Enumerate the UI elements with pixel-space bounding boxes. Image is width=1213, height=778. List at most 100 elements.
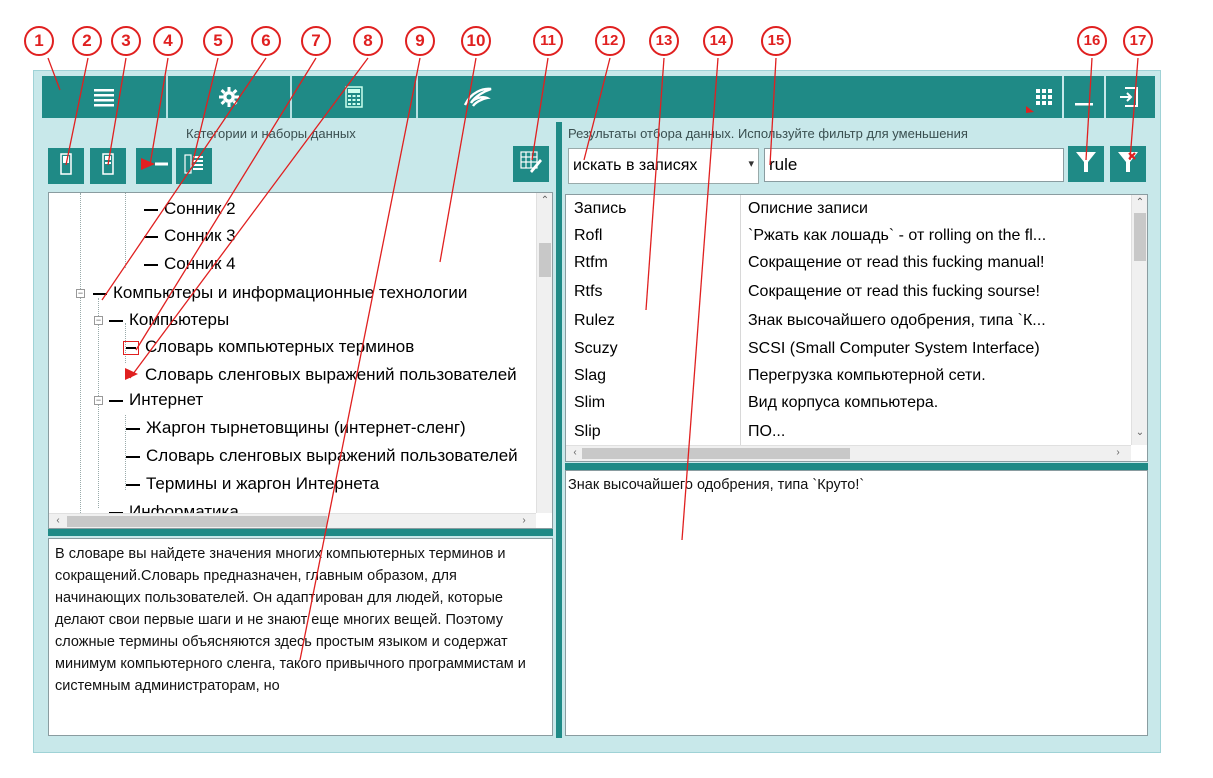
description-cell: Перегрузка компьютерной сети. xyxy=(748,367,986,384)
tree-collapse-toggle[interactable]: − xyxy=(76,289,85,298)
entry-cell: Rulez xyxy=(574,312,615,329)
results-horizontal-scrollbar[interactable]: ‹ › xyxy=(566,445,1131,461)
callout-13: 13 xyxy=(649,26,679,56)
scroll-down-icon[interactable]: ⌄ xyxy=(1133,427,1147,438)
clear-filter-button[interactable] xyxy=(1110,146,1146,182)
scroll-up-icon[interactable]: ⌃ xyxy=(538,195,552,206)
description-cell: ПО... xyxy=(748,423,786,440)
tree-item[interactable]: Термины и жаргон Интернета xyxy=(126,474,379,494)
scroll-left-icon[interactable]: ‹ xyxy=(568,447,582,458)
settings-button[interactable] xyxy=(168,76,290,118)
scroll-right-icon[interactable]: › xyxy=(1111,447,1125,458)
exit-icon xyxy=(1119,86,1139,108)
right-horizontal-splitter[interactable] xyxy=(565,463,1148,470)
tree-item[interactable]: Компьютеры xyxy=(109,310,229,330)
calculator-button[interactable] xyxy=(292,76,416,118)
table-row[interactable]: Rtfs Сокращение от read this fucking sou… xyxy=(566,280,1131,307)
callout-1: 1 xyxy=(24,26,54,56)
tree-guide-line xyxy=(125,193,126,268)
main-vertical-splitter[interactable] xyxy=(556,122,562,738)
scrollbar-thumb[interactable] xyxy=(582,448,850,459)
tree-item[interactable]: Жаргон тырнетовщины (интернет-сленг) xyxy=(126,418,466,438)
search-mode-select[interactable]: искать в записях ▾ xyxy=(568,148,759,184)
tree-item[interactable]: Компьютеры и информационные технологии xyxy=(93,283,467,303)
callout-3: 3 xyxy=(111,26,141,56)
search-mode-value: искать в записях xyxy=(573,157,698,174)
callout-8: 8 xyxy=(353,26,383,56)
table-row[interactable]: Slag Перегрузка компьютерной сети. xyxy=(566,364,1131,391)
edit-grid-button[interactable] xyxy=(513,146,549,182)
callout-12: 12 xyxy=(595,26,625,56)
callout-15: 15 xyxy=(761,26,791,56)
entry-cell: Rtfs xyxy=(574,283,603,300)
description-text: В словаре вы найдете значения многих ком… xyxy=(55,546,526,694)
tree-item-selected[interactable]: Словарь компьютерных терминов xyxy=(123,337,414,357)
scroll-up-icon[interactable]: ⌃ xyxy=(1133,197,1147,208)
logo-icon xyxy=(461,86,495,108)
table-row[interactable]: Rulez Знак высочайшего одобрения, типа `… xyxy=(566,309,1131,336)
description-cell: Вид корпуса компьютера. xyxy=(748,394,939,411)
callout-6: 6 xyxy=(251,26,281,56)
minimize-button[interactable] xyxy=(1064,76,1104,118)
callout-14: 14 xyxy=(703,26,733,56)
category-tree[interactable]: Сонник 2 Сонник 3 Сонник 4 − Компьютеры … xyxy=(48,192,553,529)
logo-button[interactable] xyxy=(418,76,538,118)
description-cell: Знак высочайшего одобрения, типа `К... xyxy=(748,312,1046,329)
left-horizontal-splitter[interactable] xyxy=(48,529,553,536)
callout-17: 17 xyxy=(1123,26,1153,56)
scroll-right-icon[interactable]: › xyxy=(517,515,531,526)
exit-button[interactable] xyxy=(1106,76,1152,118)
tree-collapse-toggle[interactable]: − xyxy=(94,396,103,405)
arrow-right-icon xyxy=(123,366,139,386)
description-cell: `Ржать как лошадь` - от rolling on the f… xyxy=(748,227,1047,244)
grid-view-button[interactable] xyxy=(1027,76,1061,118)
scrollbar-thumb[interactable] xyxy=(539,243,551,277)
collapse-panel-icon xyxy=(102,152,114,180)
filter-clear-icon xyxy=(1117,150,1139,179)
callout-9: 9 xyxy=(405,26,435,56)
entry-cell: Rtfm xyxy=(574,254,608,271)
list-view-icon xyxy=(183,153,205,180)
edit-grid-icon xyxy=(519,150,543,179)
scroll-left-icon[interactable]: ‹ xyxy=(51,515,65,526)
table-row[interactable]: Slim Вид корпуса компьютера. xyxy=(566,391,1131,418)
record-detail: Знак высочайшего одобрения, типа `Круто!… xyxy=(565,470,1148,736)
tree-item[interactable]: Сонник 3 xyxy=(144,226,236,246)
settings-icon xyxy=(218,86,240,108)
minimize-icon xyxy=(1074,87,1094,107)
table-row[interactable]: Scuzy SCSI (Small Computer System Interf… xyxy=(566,337,1131,364)
column-header-description[interactable]: Описние записи xyxy=(748,200,868,218)
entry-cell: Rofl xyxy=(574,227,603,244)
filter-icon xyxy=(1075,150,1097,179)
tree-vertical-scrollbar[interactable]: ⌃ xyxy=(536,193,552,513)
entry-cell: Slip xyxy=(574,423,601,440)
list-view-button[interactable] xyxy=(176,148,212,184)
go-to-selected-button[interactable] xyxy=(136,148,172,184)
tree-item[interactable]: Сонник 4 xyxy=(144,254,236,274)
results-table[interactable]: Запись Описние записи Rofl `Ржать как ло… xyxy=(565,194,1148,462)
category-description: В словаре вы найдете значения многих ком… xyxy=(48,538,553,736)
table-row[interactable]: Rtfm Сокращение от read this fucking man… xyxy=(566,251,1131,278)
results-vertical-scrollbar[interactable]: ⌃ ⌄ xyxy=(1131,195,1147,445)
tree-horizontal-scrollbar[interactable]: ‹ › xyxy=(49,513,536,528)
tree-item[interactable]: Словарь сленговых выражений пользователе… xyxy=(123,365,517,386)
tree-item[interactable]: Интернет xyxy=(109,390,203,410)
table-row[interactable]: Rofl `Ржать как лошадь` - от rolling on … xyxy=(566,224,1131,251)
scrollbar-thumb[interactable] xyxy=(67,516,327,527)
description-cell: Сокращение от read this fucking manual! xyxy=(748,254,1045,271)
tree-collapse-toggle[interactable]: − xyxy=(94,316,103,325)
entry-cell: Slim xyxy=(574,394,606,411)
expand-tree-button[interactable] xyxy=(48,148,84,184)
scrollbar-thumb[interactable] xyxy=(1134,213,1146,261)
callout-11: 11 xyxy=(533,26,563,56)
menu-button[interactable] xyxy=(42,76,166,118)
tree-item[interactable]: Сонник 2 xyxy=(144,199,236,219)
column-header-entry[interactable]: Запись xyxy=(574,200,627,218)
collapse-tree-button[interactable] xyxy=(90,148,126,184)
left-panel-caption: Категории и наборы данных xyxy=(186,126,356,141)
table-row[interactable]: Slip ПО... xyxy=(566,420,1131,442)
apply-filter-button[interactable] xyxy=(1068,146,1104,182)
grid-view-icon xyxy=(1035,88,1053,106)
search-input[interactable] xyxy=(764,148,1064,182)
tree-item[interactable]: Словарь сленговых выражений пользователе… xyxy=(126,446,518,466)
